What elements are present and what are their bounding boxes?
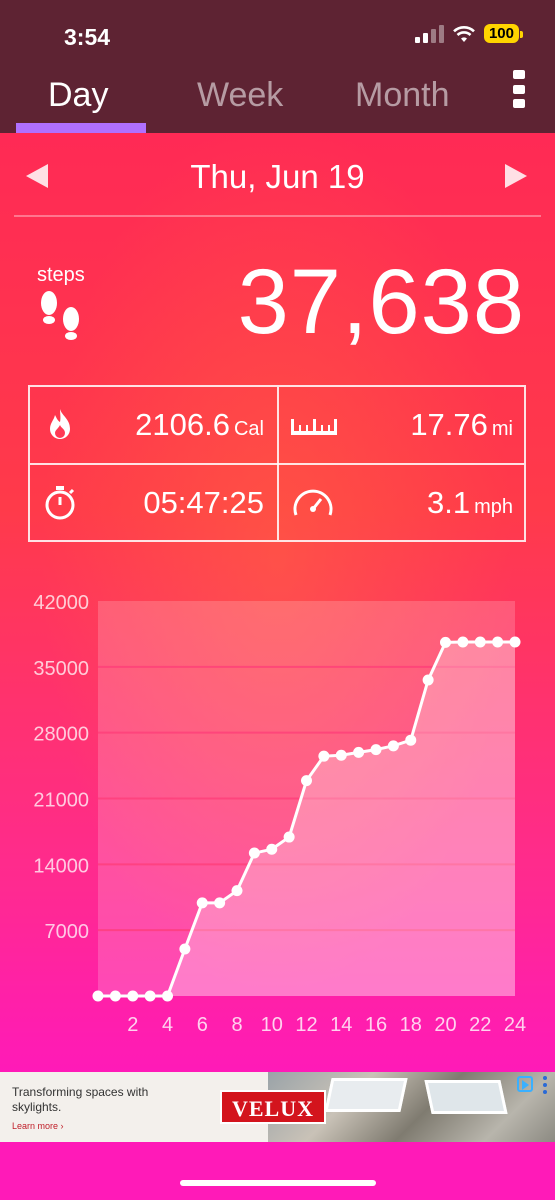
velux-logo: VELUX (220, 1090, 326, 1124)
stopwatch-icon (45, 486, 75, 520)
ruler-icon (291, 419, 337, 435)
data-point (301, 775, 312, 787)
data-point (318, 750, 330, 762)
more-menu-icon[interactable] (513, 70, 527, 108)
x-tick-label: 6 (197, 1014, 208, 1036)
cellular-signal-icon (414, 24, 444, 43)
calories-value: 2106.6 (135, 407, 230, 442)
speed-value: 3.1 (426, 485, 471, 520)
x-tick-label: 4 (162, 1014, 173, 1036)
y-tick-label: 42000 (33, 592, 89, 614)
ad-learn-more-link[interactable]: Learn more › (12, 1121, 64, 1131)
stats-grid: 2106.6 Cal 17.76 mi 05:47:25 3.1 mph (28, 385, 526, 542)
data-point (214, 897, 226, 909)
data-point (492, 636, 504, 648)
y-tick-label: 7000 (45, 921, 90, 943)
divider (14, 215, 541, 217)
data-point (440, 636, 451, 648)
distance-unit: mi (491, 418, 513, 440)
data-point (179, 943, 191, 955)
date-label: Thu, Jun 19 (190, 158, 365, 195)
header: 3:54 100 Day Week Month (0, 0, 555, 133)
day-view: Thu, Jun 19 steps 37,638 2106.6 Cal 17.7… (0, 133, 555, 1072)
y-tick-label: 21000 (33, 790, 89, 812)
y-tick-label: 28000 (33, 724, 89, 746)
data-point (422, 674, 434, 686)
x-tick-label: 16 (365, 1014, 387, 1036)
data-point (144, 990, 156, 1002)
speedometer-icon (293, 489, 333, 516)
x-tick-label: 8 (231, 1014, 242, 1036)
x-tick-label: 10 (261, 1014, 283, 1036)
x-tick-label: 22 (469, 1014, 491, 1036)
data-point (109, 990, 121, 1002)
distance-cell: 17.76 mi (279, 387, 527, 464)
x-tick-label: 2 (127, 1014, 138, 1036)
x-tick-label: 18 (400, 1014, 422, 1036)
duration-cell: 05:47:25 (30, 465, 278, 542)
steps-count: 37,638 (237, 251, 525, 353)
calories-unit: Cal (233, 418, 264, 440)
flame-icon (50, 409, 70, 439)
speed-unit: mph (474, 496, 513, 518)
data-point (231, 885, 243, 897)
steps-label: steps (37, 264, 85, 286)
next-day-button[interactable] (505, 164, 527, 188)
data-point (509, 636, 521, 648)
battery-indicator: 100 (483, 24, 524, 43)
data-point (92, 990, 104, 1002)
wifi-icon (453, 25, 475, 42)
data-point (266, 843, 278, 855)
data-point (474, 636, 486, 648)
y-tick-label: 35000 (33, 658, 89, 680)
ad-headline: Transforming spaces with skylights. (12, 1085, 149, 1114)
data-point (457, 636, 469, 648)
x-tick-label: 24 (504, 1014, 526, 1036)
x-tick-label: 20 (434, 1014, 456, 1036)
x-tick-label: 12 (295, 1014, 317, 1036)
speed-cell: 3.1 mph (279, 465, 527, 542)
data-point (353, 746, 365, 758)
footprints-icon (41, 291, 79, 340)
ad-more-icon[interactable] (543, 1076, 547, 1094)
data-point (335, 749, 347, 761)
x-tick-label: 14 (330, 1014, 352, 1036)
data-point (248, 847, 260, 859)
tab-week[interactable]: Week (197, 76, 283, 115)
active-tab-indicator (16, 123, 146, 133)
data-point (405, 734, 417, 746)
bottom-area (0, 1142, 555, 1200)
status-time: 3:54 (64, 24, 111, 50)
y-tick-label: 14000 (33, 855, 89, 877)
data-point (370, 744, 382, 756)
distance-value: 17.76 (410, 407, 488, 442)
ad-choices-icon[interactable] (517, 1076, 533, 1092)
data-point (283, 831, 295, 843)
tab-month[interactable]: Month (355, 76, 450, 115)
status-icons: 100 (414, 24, 524, 43)
tab-day[interactable]: Day (48, 76, 108, 115)
calories-cell: 2106.6 Cal (30, 387, 278, 464)
tab-bar: Day Week Month (0, 70, 555, 133)
ad-banner[interactable]: Transforming spaces with skylights. Lear… (0, 1072, 555, 1142)
date-navigator: Thu, Jun 19 (0, 133, 555, 219)
steps-chart: 420003500028000210001400070002 4 6 8 10 12 14 1… (33, 592, 526, 1036)
data-point (196, 897, 208, 909)
data-point (162, 990, 173, 1002)
data-point (387, 740, 399, 752)
data-point (127, 990, 139, 1002)
home-indicator (180, 1180, 376, 1186)
duration-value: 05:47:25 (143, 485, 264, 520)
